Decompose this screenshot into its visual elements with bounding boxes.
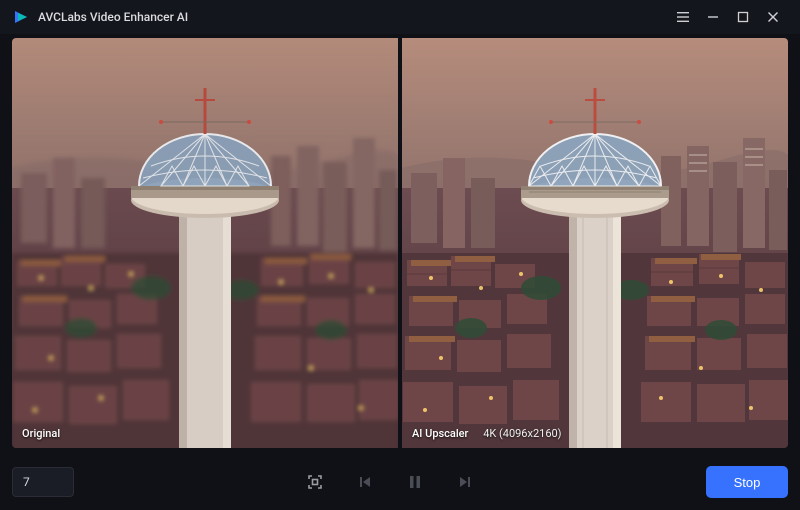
upscaled-label-text: AI Upscaler <box>412 427 468 440</box>
minimize-button[interactable] <box>698 4 728 30</box>
menu-icon <box>676 10 690 24</box>
previous-frame-button[interactable] <box>354 471 376 493</box>
original-panel: Original <box>12 38 398 448</box>
maximize-button[interactable] <box>728 4 758 30</box>
close-icon <box>767 11 779 23</box>
previous-frame-icon <box>357 474 373 490</box>
menu-button[interactable] <box>668 4 698 30</box>
upscaled-label: AI Upscaler 4K (4096x2160) <box>412 427 562 440</box>
upscaled-resolution: 4K (4096x2160) <box>483 427 561 440</box>
stop-button[interactable]: Stop <box>706 466 788 498</box>
pause-icon <box>408 474 422 490</box>
pause-button[interactable] <box>404 471 426 493</box>
fullscreen-icon <box>306 473 324 491</box>
maximize-icon <box>737 11 749 23</box>
minimize-icon <box>707 11 719 23</box>
fullscreen-button[interactable] <box>304 471 326 493</box>
frame-number-input[interactable]: 7 <box>12 467 74 497</box>
next-frame-icon <box>457 474 473 490</box>
footer-bar: 7 Stop <box>0 448 800 504</box>
titlebar: AVCLabs Video Enhancer AI <box>0 0 800 34</box>
comparison-viewer: Original <box>12 38 788 448</box>
next-frame-button[interactable] <box>454 471 476 493</box>
original-label: Original <box>22 427 60 440</box>
playback-controls <box>74 471 706 493</box>
frame-number-value: 7 <box>23 475 30 489</box>
close-button[interactable] <box>758 4 788 30</box>
app-logo-icon <box>12 8 30 26</box>
app-title: AVCLabs Video Enhancer AI <box>38 10 188 24</box>
upscaled-panel: AI Upscaler 4K (4096x2160) <box>402 38 788 448</box>
